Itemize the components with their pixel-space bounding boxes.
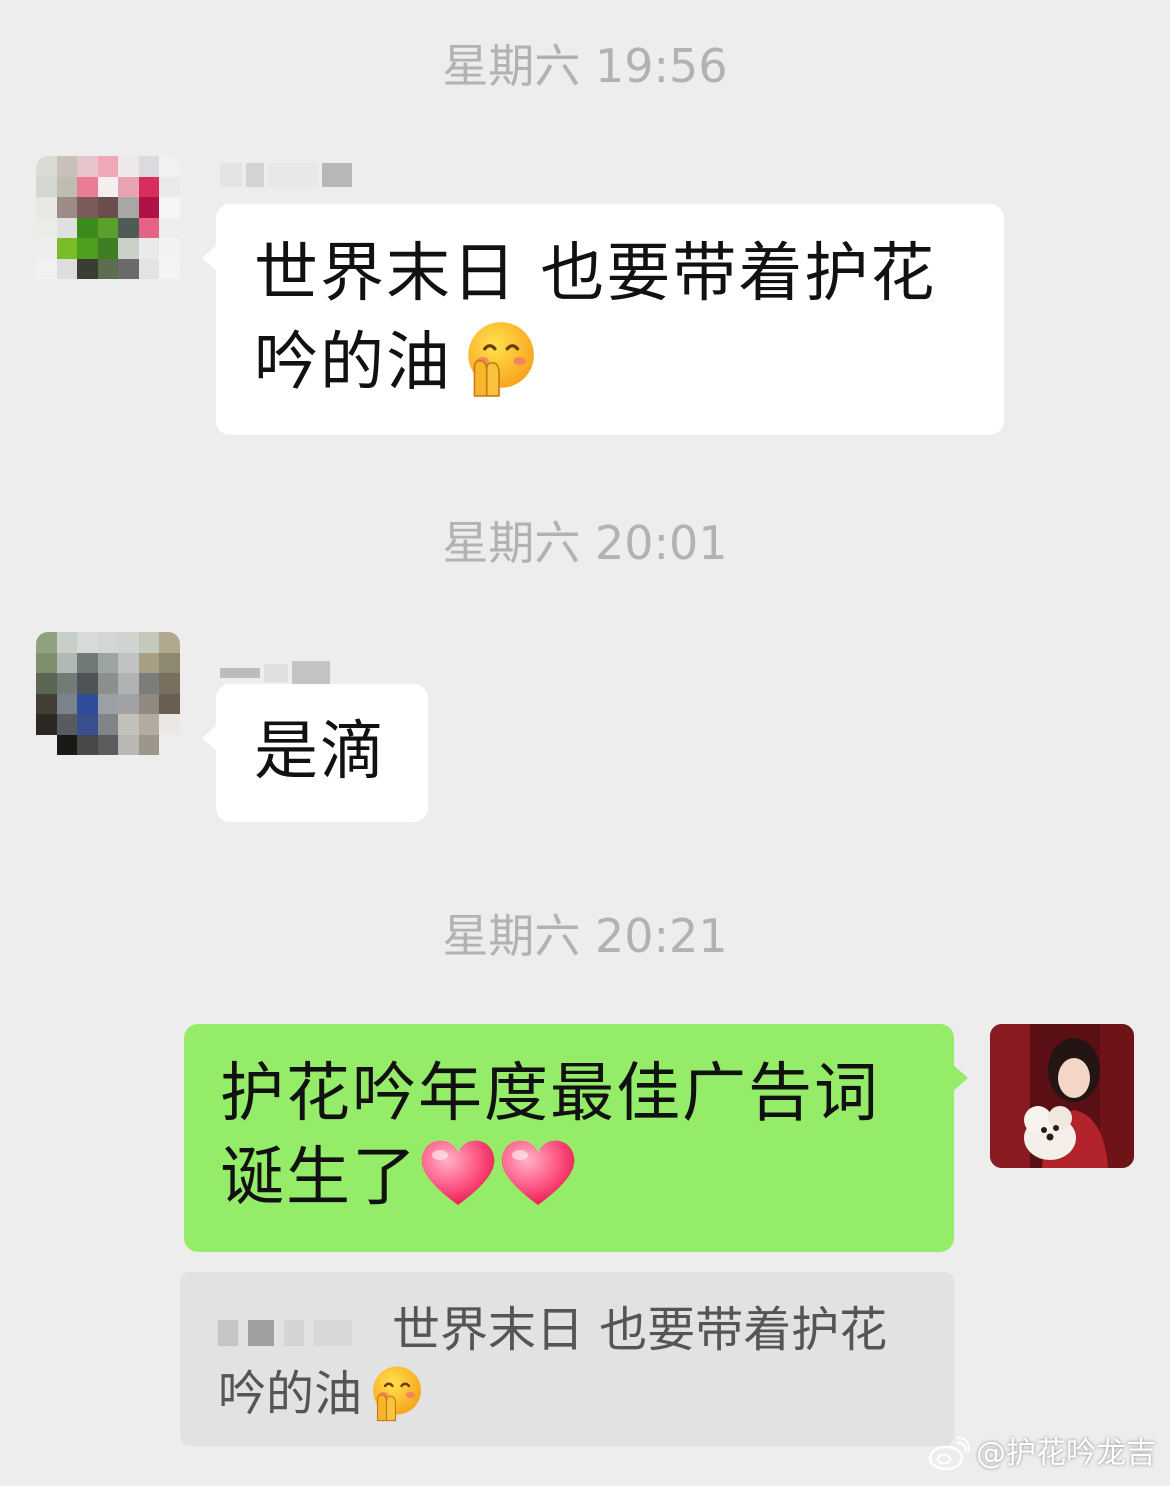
timestamp: 星期六 20:21: [442, 909, 728, 963]
message-text: 世界末日 也要带着护花吟的油: [254, 237, 937, 400]
shushing-face-icon: [468, 322, 534, 397]
pixelated-avatar-image: [36, 632, 180, 776]
timestamp: 星期六 20:01: [442, 516, 728, 570]
shushing-face-icon: [373, 1366, 422, 1422]
bubble-tail: [202, 724, 218, 752]
bubble-tail: [202, 244, 218, 272]
weibo-logo-icon: [928, 1437, 970, 1471]
weibo-watermark: @护花吟龙吉: [928, 1436, 1156, 1472]
avatar-self[interactable]: [990, 1024, 1134, 1168]
avatar-contact-1[interactable]: [36, 156, 180, 300]
self-avatar-image: [990, 1024, 1134, 1168]
quoted-sender-name-blurred: [218, 1320, 352, 1346]
heart-icon: [421, 1140, 495, 1205]
timestamp: 星期六 19:56: [442, 39, 728, 93]
pixelated-avatar-image: [36, 156, 180, 300]
message-bubble-incoming[interactable]: 世界末日 也要带着护花吟的油: [202, 204, 1004, 435]
avatar-contact-2[interactable]: [36, 632, 180, 776]
watermark-text: @护花吟龙吉: [976, 1436, 1156, 1471]
message-bubble-incoming[interactable]: 是滴: [202, 684, 428, 822]
message-text: 是滴: [254, 715, 386, 789]
message-bubble-outgoing[interactable]: 护花吟年度最佳广告词诞生了: [184, 1024, 968, 1252]
bubble-tail: [952, 1064, 968, 1092]
sender-name-blurred: [220, 160, 352, 190]
quoted-message[interactable]: 世界末日 也要带着护花吟的油: [180, 1272, 954, 1446]
heart-icon: [501, 1140, 575, 1205]
